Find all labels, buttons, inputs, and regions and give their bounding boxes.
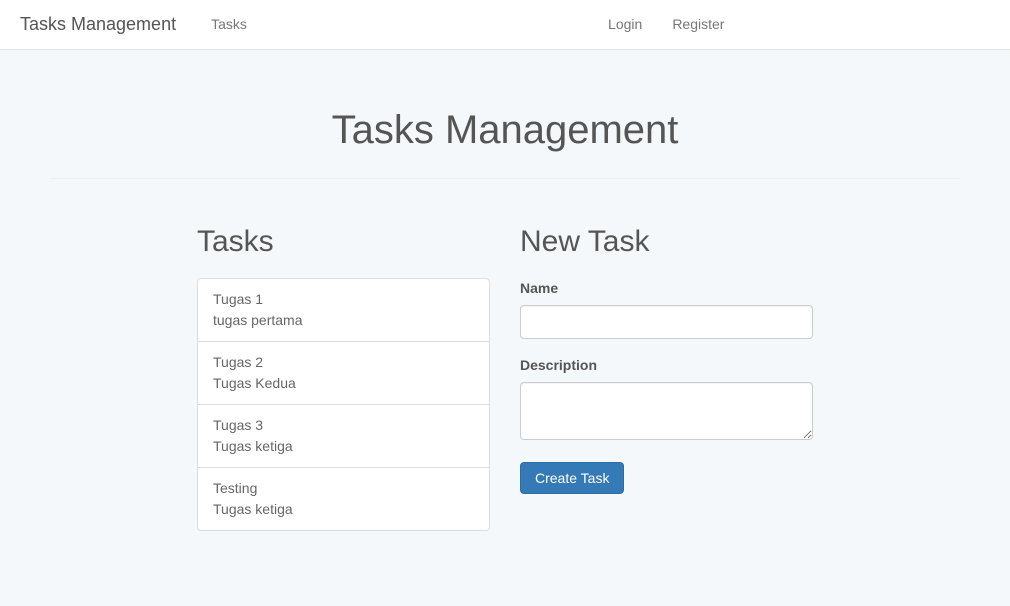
nav-link-login[interactable]: Login [593,0,657,50]
task-description: tugas pertama [213,310,474,331]
name-input[interactable] [520,305,813,339]
list-item[interactable]: Tugas 3 Tugas ketiga [198,405,489,468]
nav-right: Login Register [593,0,990,49]
task-description: Tugas Kedua [213,373,474,394]
nav-left: Tasks [196,0,593,49]
form-group-description: Description [520,355,813,446]
task-name: Tugas 2 [213,352,474,373]
list-item[interactable]: Testing Tugas ketiga [198,468,489,530]
form-group-name: Name [520,278,813,339]
list-item[interactable]: Tugas 1 tugas pertama [198,279,489,342]
task-name: Testing [213,478,474,499]
main-container: Tasks Management Tasks Tugas 1 tugas per… [35,100,975,531]
nav-link-tasks[interactable]: Tasks [196,0,262,50]
description-input[interactable] [520,382,813,440]
name-label: Name [520,278,813,299]
list-item[interactable]: Tugas 2 Tugas Kedua [198,342,489,405]
tasks-column: Tasks Tugas 1 tugas pertama Tugas 2 Tuga… [197,219,490,531]
navbar-brand[interactable]: Tasks Management [20,11,176,38]
content-row: Tasks Tugas 1 tugas pertama Tugas 2 Tuga… [50,219,960,531]
task-description: Tugas ketiga [213,499,474,520]
navbar: Tasks Management Tasks Login Register [0,0,1010,50]
page-title: Tasks Management [50,100,960,160]
create-task-button[interactable]: Create Task [520,462,624,494]
nav-link-register[interactable]: Register [657,0,739,50]
new-task-heading: New Task [520,219,813,264]
task-name: Tugas 1 [213,289,474,310]
page-header: Tasks Management [50,100,960,179]
task-description: Tugas ketiga [213,436,474,457]
new-task-form: Name Description Create Task [520,278,813,494]
tasks-list: Tugas 1 tugas pertama Tugas 2 Tugas Kedu… [197,278,490,531]
tasks-heading: Tasks [197,219,490,264]
new-task-column: New Task Name Description Create Task [520,219,813,531]
task-name: Tugas 3 [213,415,474,436]
description-label: Description [520,355,813,376]
